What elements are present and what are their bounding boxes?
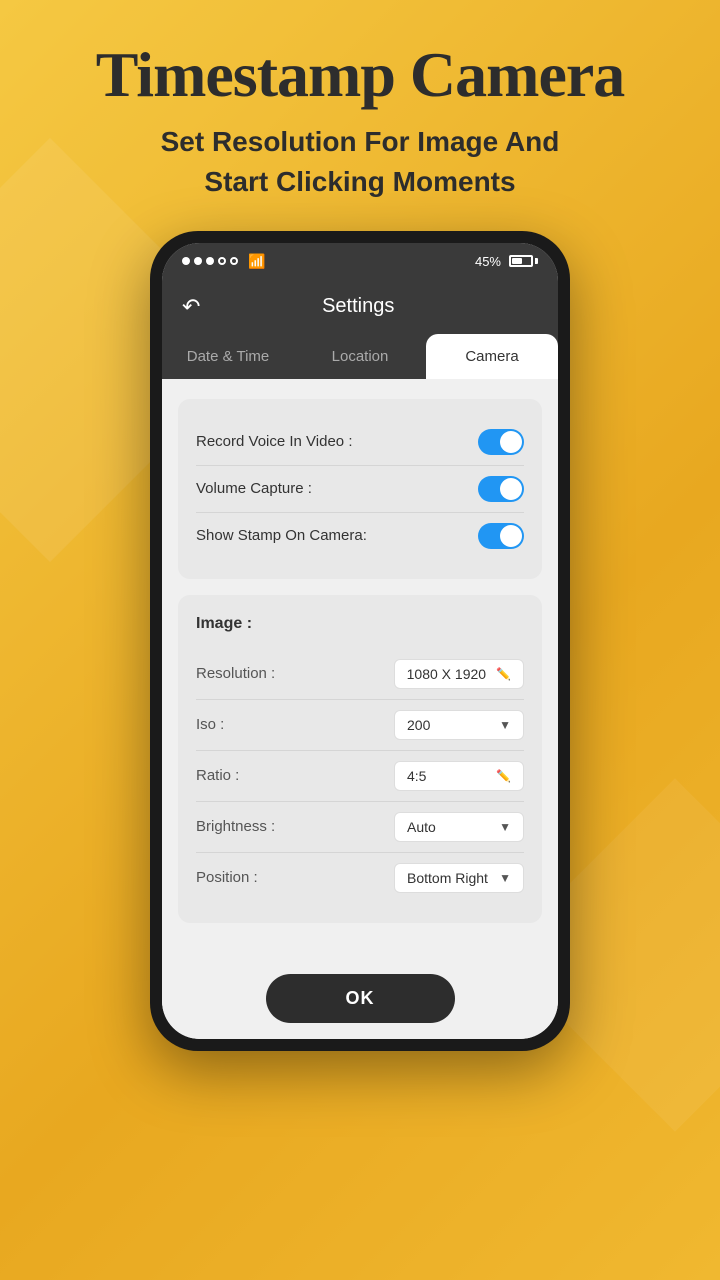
toggle-row-volume-capture: Volume Capture :	[196, 466, 524, 513]
tab-bar: Date & Time Location Camera	[162, 334, 558, 379]
brightness-row: Brightness : Auto ▼	[196, 802, 524, 853]
status-bar: 📶 45%	[162, 243, 558, 280]
app-subtitle: Set Resolution For Image And Start Click…	[30, 122, 690, 200]
battery-tip	[535, 258, 538, 264]
ratio-selector[interactable]: 4:5 ✏️	[394, 761, 524, 791]
iso-selector[interactable]: 200 ▼	[394, 710, 524, 740]
show-stamp-toggle[interactable]	[478, 523, 524, 549]
chevron-down-icon-brightness: ▼	[499, 820, 511, 834]
battery-indicator	[509, 255, 538, 267]
image-section-title: Image :	[196, 615, 524, 633]
app-header: ↶ Settings	[162, 280, 558, 334]
signal-indicator: 📶	[182, 253, 265, 270]
resolution-row: Resolution : 1080 X 1920 ✏️	[196, 649, 524, 700]
phone-screen: 📶 45% ↶ Settings	[162, 243, 558, 1039]
resolution-selector[interactable]: 1080 X 1920 ✏️	[394, 659, 524, 689]
back-button[interactable]: ↶	[182, 294, 200, 320]
iso-row: Iso : 200 ▼	[196, 700, 524, 751]
record-voice-toggle[interactable]	[478, 429, 524, 455]
iso-label: Iso :	[196, 716, 224, 733]
ratio-row: Ratio : 4:5 ✏️	[196, 751, 524, 802]
chevron-down-icon-iso: ▼	[499, 718, 511, 732]
show-stamp-label: Show Stamp On Camera:	[196, 527, 367, 544]
resolution-label: Resolution :	[196, 665, 275, 682]
signal-dot-2	[194, 257, 202, 265]
iso-value: 200	[407, 717, 430, 733]
phone-body: 📶 45% ↶ Settings	[150, 231, 570, 1051]
app-title: Timestamp Camera	[30, 40, 690, 110]
pencil-icon-resolution: ✏️	[496, 667, 511, 681]
position-row: Position : Bottom Right ▼	[196, 853, 524, 903]
toggle-row-show-stamp: Show Stamp On Camera:	[196, 513, 524, 559]
volume-capture-toggle[interactable]	[478, 476, 524, 502]
signal-dot-4	[218, 257, 226, 265]
resolution-value: 1080 X 1920	[407, 666, 486, 682]
position-value: Bottom Right	[407, 870, 488, 886]
signal-dot-5	[230, 257, 238, 265]
toggles-card: Record Voice In Video : Volume Capture :…	[178, 399, 542, 579]
battery-percent: 45%	[475, 254, 501, 269]
pencil-icon-ratio: ✏️	[496, 769, 511, 783]
ratio-label: Ratio :	[196, 767, 239, 784]
screen-title: Settings	[216, 295, 500, 318]
ok-area: OK	[162, 958, 558, 1039]
record-voice-label: Record Voice In Video :	[196, 433, 353, 450]
tab-date-time[interactable]: Date & Time	[162, 334, 294, 379]
tab-location[interactable]: Location	[294, 334, 426, 379]
ratio-value: 4:5	[407, 768, 426, 784]
settings-content: Record Voice In Video : Volume Capture :…	[162, 379, 558, 958]
status-right: 45%	[475, 254, 538, 269]
wifi-icon: 📶	[248, 253, 265, 270]
tab-camera[interactable]: Camera	[426, 334, 558, 379]
battery-body	[509, 255, 533, 267]
ok-button[interactable]: OK	[266, 974, 455, 1023]
position-selector[interactable]: Bottom Right ▼	[394, 863, 524, 893]
signal-dot-1	[182, 257, 190, 265]
brightness-selector[interactable]: Auto ▼	[394, 812, 524, 842]
volume-capture-label: Volume Capture :	[196, 480, 312, 497]
chevron-down-icon-position: ▼	[499, 871, 511, 885]
brightness-value: Auto	[407, 819, 436, 835]
position-label: Position :	[196, 869, 258, 886]
image-section-card: Image : Resolution : 1080 X 1920 ✏️ Iso …	[178, 595, 542, 923]
battery-fill	[512, 258, 522, 264]
signal-dot-3	[206, 257, 214, 265]
toggle-row-record-voice: Record Voice In Video :	[196, 419, 524, 466]
page-header: Timestamp Camera Set Resolution For Imag…	[0, 0, 720, 221]
brightness-label: Brightness :	[196, 818, 275, 835]
